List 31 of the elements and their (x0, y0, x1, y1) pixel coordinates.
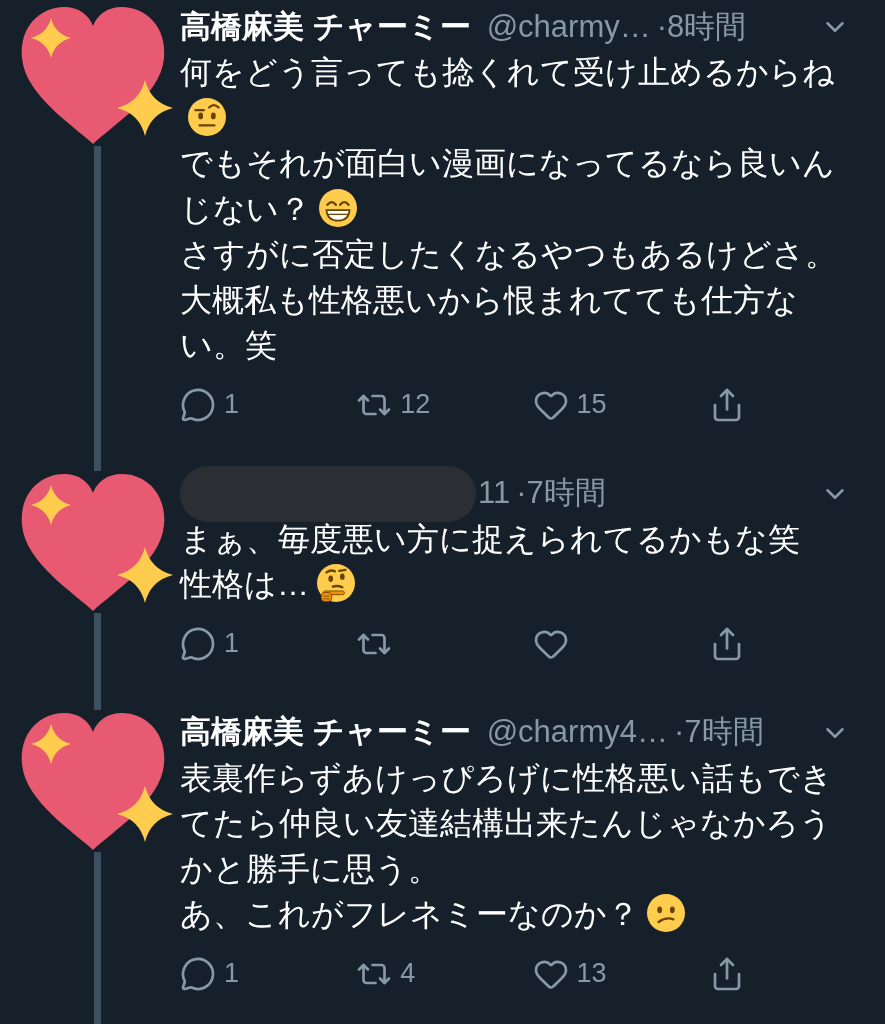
tweet-text: 性格は… (180, 566, 309, 602)
grinning-face-icon (319, 188, 357, 227)
retweet-button[interactable]: 12 (356, 386, 431, 423)
tweet-text: でもそれが面白い漫画になってるなら良いん (180, 145, 835, 181)
tweet-text: 何をどう言っても捻くれて受け止めるからね (180, 54, 835, 90)
tweet-text: あ、これがフレネミーなのか？ (180, 896, 639, 932)
reply-button[interactable]: 1 (180, 386, 240, 423)
speech-bubble-icon (180, 955, 216, 992)
tweet-text: じない？ (180, 190, 311, 227)
like-button[interactable]: 15 (532, 386, 607, 423)
tweet-text: 大概私も性格悪いから恨まれてても仕方ない。笑 (180, 281, 798, 363)
confused-face-icon (647, 894, 685, 932)
user-handle: @charmy4… (486, 713, 668, 752)
retweet-button[interactable]: 4 (356, 955, 416, 992)
tweet-text: さすがに否定したくなるやつもあるけどさ。 (180, 236, 837, 272)
speech-bubble-icon (180, 625, 216, 662)
like-button[interactable]: 13 (532, 955, 607, 992)
tweet-text: 表裏作らずあけっぴろげに性格悪い話もできてたら仲良い友達結構出来たんじゃなかろうかと勝手に思う。 (180, 759, 833, 887)
speech-bubble-icon (180, 386, 216, 423)
thinking-face-icon (317, 564, 355, 602)
user-name[interactable]: 高橋麻美 チャーミー (180, 709, 471, 756)
user-handle: @charmy… (486, 7, 651, 46)
reply-button[interactable]: 1 (180, 625, 240, 662)
user-handle: 11 (478, 474, 511, 513)
tweet-time: ·7時間 (516, 474, 606, 513)
user-name[interactable]: 高橋麻美 チャーミー (180, 3, 471, 51)
tweet-time: ·8時間 (656, 7, 747, 46)
raised-eyebrow-face-icon (188, 97, 226, 136)
tweet-text: まぁ、毎度悪い方に捉えられてるかもな笑 (180, 520, 800, 557)
tweet-time: ·7時間 (673, 713, 764, 752)
reply-button[interactable]: 1 (180, 955, 240, 992)
